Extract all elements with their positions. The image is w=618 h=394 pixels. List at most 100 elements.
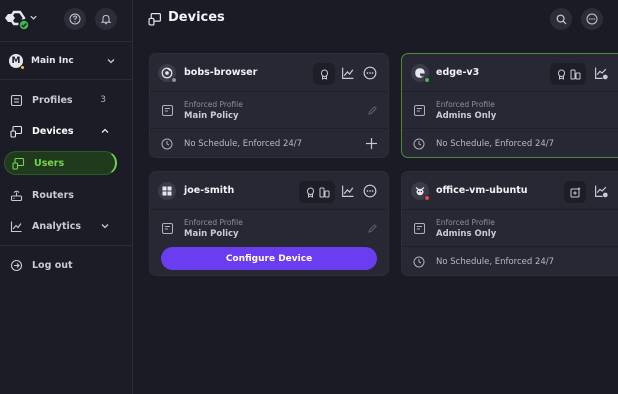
schedule-row[interactable]: No Schedule, Enforced 24/7	[150, 129, 388, 157]
analytics-icon	[9, 219, 23, 233]
enforced-profile-value: Main Policy	[184, 229, 239, 239]
badge-icon	[557, 69, 565, 80]
sidebar-item-devices[interactable]: Devices	[9, 121, 124, 141]
devices-icon	[148, 12, 162, 26]
device-card-header: joe-smith	[150, 172, 388, 210]
device-status-dot	[171, 77, 177, 83]
sidebar-item-users[interactable]: Users	[4, 151, 117, 175]
analytics-icon[interactable]	[341, 184, 355, 198]
org-avatar: M	[9, 54, 25, 70]
profile-list-icon	[9, 93, 23, 107]
enforced-profile-value: Admins Only	[436, 229, 497, 239]
enforced-profile-row[interactable]: Enforced Profile Main Policy	[150, 92, 388, 129]
chrome-icon	[158, 64, 177, 83]
router-icon	[9, 188, 23, 202]
help-button[interactable]	[64, 8, 86, 30]
clock-icon	[413, 138, 425, 150]
add-window-icon	[570, 187, 580, 197]
profiles-count: 3	[100, 95, 106, 105]
more-horizontal-icon[interactable]	[363, 66, 377, 80]
device-card[interactable]: edge-v3 Enforced Profile Admins Only No …	[401, 53, 618, 158]
profile-doc-icon	[414, 223, 425, 234]
enforced-profile-row[interactable]: Enforced Profile Main Policy	[150, 210, 388, 247]
ubuntu-icon	[411, 182, 430, 201]
device-card[interactable]: joe-smith Enforced Profile Main Policy C…	[149, 171, 389, 276]
sidebar-item-analytics[interactable]: Analytics	[9, 216, 124, 236]
bell-icon	[100, 14, 112, 25]
devices-icon	[319, 187, 329, 197]
chevron-down-icon	[107, 59, 115, 64]
logout-button[interactable]: Log out	[9, 255, 124, 275]
windows-icon	[158, 182, 176, 200]
sidebar-item-routers[interactable]: Routers	[9, 185, 124, 205]
sidebar: M Main Inc Profiles 3 Devices Users Rout…	[0, 0, 133, 394]
add-device-button[interactable]	[564, 181, 586, 203]
device-name: office-vm-ubuntu	[436, 185, 528, 196]
org-initial: M	[11, 56, 21, 66]
device-identity-button[interactable]	[550, 63, 586, 85]
notifications-button[interactable]	[95, 8, 117, 30]
help-icon	[69, 13, 81, 25]
sidebar-item-label: Routers	[32, 189, 74, 201]
device-card-header: bobs-browser	[150, 54, 388, 92]
divider	[0, 41, 133, 42]
device-name: edge-v3	[436, 67, 480, 78]
search-button[interactable]	[550, 8, 572, 30]
badge-icon	[320, 69, 328, 80]
analytics-check-icon[interactable]	[594, 184, 608, 198]
schedule-text: No Schedule, Enforced 24/7	[436, 139, 555, 149]
divider	[0, 79, 133, 80]
clock-icon	[161, 138, 173, 150]
pencil-icon[interactable]	[367, 223, 378, 234]
sidebar-item-label: Analytics	[32, 220, 82, 232]
sidebar-item-label: Devices	[32, 125, 74, 137]
devices-icon	[570, 69, 580, 79]
search-icon	[556, 14, 566, 24]
devices-icon	[9, 124, 23, 138]
device-card-header: edge-v3	[402, 54, 618, 92]
configure-device-button[interactable]: Configure Device	[161, 247, 377, 270]
sidebar-item-label: Log out	[32, 259, 73, 271]
pencil-icon[interactable]	[367, 105, 378, 116]
schedule-row[interactable]: No Schedule, Enforced 24/7	[402, 247, 618, 275]
device-name: joe-smith	[184, 185, 235, 196]
chevron-up-icon	[101, 128, 109, 133]
analytics-icon[interactable]	[341, 66, 355, 80]
chevron-down-icon	[101, 224, 109, 229]
enforced-profile-label: Enforced Profile	[436, 218, 495, 227]
device-card[interactable]: bobs-browser Enforced Profile Main Polic…	[149, 53, 389, 158]
users-icon	[11, 156, 25, 170]
org-name: Main Inc	[31, 56, 74, 66]
divider	[0, 245, 133, 246]
page-title: Devices	[168, 10, 225, 25]
device-card-header: office-vm-ubuntu	[402, 172, 618, 210]
org-switcher[interactable]: M Main Inc	[9, 52, 124, 70]
device-name: bobs-browser	[184, 67, 258, 78]
badge-icon	[306, 187, 314, 198]
more-horizontal-icon[interactable]	[363, 184, 377, 198]
edge-browser-icon	[411, 64, 430, 83]
analytics-check-icon[interactable]	[594, 66, 608, 80]
enforced-profile-row[interactable]: Enforced Profile Admins Only	[402, 92, 618, 129]
enforced-profile-value: Admins Only	[436, 111, 497, 121]
device-card[interactable]: office-vm-ubuntu Enforced Profile Admins…	[401, 171, 618, 276]
sidebar-item-label: Users	[34, 157, 65, 169]
schedule-text: No Schedule, Enforced 24/7	[436, 257, 555, 267]
plus-icon[interactable]	[365, 137, 378, 150]
more-horizontal-icon	[586, 13, 598, 25]
device-identity-button[interactable]	[299, 181, 335, 203]
enforced-profile-label: Enforced Profile	[184, 100, 243, 109]
logout-icon	[9, 258, 23, 272]
more-options-button[interactable]	[581, 8, 603, 30]
schedule-row[interactable]: No Schedule, Enforced 24/7	[402, 129, 618, 157]
enforced-profile-row[interactable]: Enforced Profile Admins Only	[402, 210, 618, 247]
chevron-down-icon[interactable]	[29, 13, 38, 22]
enforced-profile-value: Main Policy	[184, 111, 239, 121]
sidebar-item-profiles[interactable]: Profiles 3	[9, 90, 124, 110]
profile-doc-icon	[162, 223, 173, 234]
sidebar-item-label: Profiles	[32, 94, 73, 106]
org-status-dot	[20, 65, 25, 70]
device-identity-button[interactable]	[313, 63, 335, 85]
schedule-text: No Schedule, Enforced 24/7	[184, 139, 303, 149]
device-status-dot	[424, 195, 430, 201]
